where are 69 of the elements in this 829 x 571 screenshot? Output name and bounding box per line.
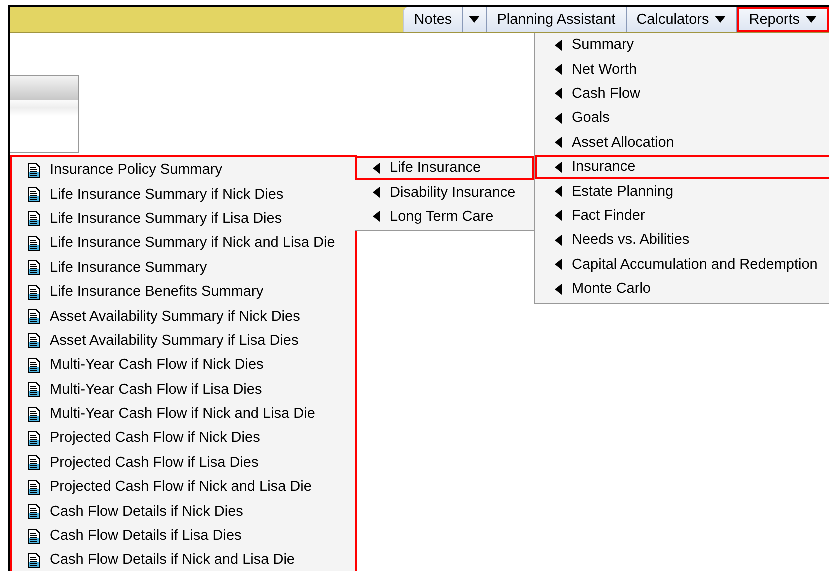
document-icon [28, 455, 40, 470]
menu-item[interactable]: Life Insurance Benefits Summary [12, 280, 355, 304]
document-icon [28, 284, 40, 300]
triangle-left-icon [555, 186, 562, 198]
menu-item[interactable]: Asset Allocation [535, 130, 829, 155]
document-icon [28, 504, 40, 520]
triangle-left-icon [555, 210, 562, 222]
menu-item[interactable]: Projected Cash Flow if Lisa Dies [12, 450, 355, 476]
document-icon [28, 309, 40, 324]
triangle-left-icon [555, 234, 562, 246]
document-icon [28, 211, 40, 226]
caret-icon [469, 16, 480, 23]
triangle-left-icon [555, 64, 562, 76]
menu-item[interactable]: Monte Carlo [535, 276, 829, 302]
document-icon [28, 480, 40, 495]
menu-item[interactable]: Disability Insurance [355, 180, 534, 205]
toolbar-button[interactable]: Reports [737, 7, 829, 32]
menu-item[interactable]: Projected Cash Flow if Nick Dies [12, 426, 355, 451]
document-icon [28, 406, 40, 422]
menu-item[interactable]: Capital Accumulation and Redemption [535, 252, 829, 277]
menu-item[interactable]: Summary [535, 33, 829, 58]
menu-item[interactable]: Multi-Year Cash Flow if Lisa Dies [12, 378, 355, 402]
menu-item[interactable]: Asset Availability Summary if Nick Dies [12, 304, 355, 329]
document-icon [28, 333, 40, 348]
menu-item[interactable]: Multi-Year Cash Flow if Nick and Lisa Die [12, 402, 355, 426]
triangle-left-icon [555, 284, 562, 295]
toolbar-button[interactable]: Planning Assistant [487, 7, 627, 32]
menu-item[interactable]: Cash Flow Details if Nick Dies [12, 499, 355, 524]
triangle-left-icon [373, 187, 380, 198]
menu-item[interactable]: Life Insurance [355, 156, 534, 180]
toolbar-button[interactable]: Calculators [626, 7, 738, 32]
document-icon [28, 382, 40, 398]
triangle-left-icon [555, 162, 562, 173]
document-icon [28, 260, 40, 276]
menu-item[interactable]: Cash Flow Details if Nick and Lisa Die [12, 548, 355, 571]
menu-item[interactable]: Estate Planning [535, 179, 829, 204]
menu-item[interactable]: Life Insurance Summary if Nick Dies [12, 182, 355, 207]
document-icon [28, 552, 40, 568]
menu-item[interactable]: Projected Cash Flow if Nick and Lisa Die [12, 475, 355, 500]
menu-item[interactable]: Asset Availability Summary if Lisa Dies [12, 328, 355, 354]
menu-item[interactable]: Insurance [535, 154, 829, 180]
triangle-left-icon [373, 211, 380, 222]
triangle-left-icon [555, 88, 562, 100]
menu-item[interactable]: Life Insurance Summary [12, 256, 355, 280]
document-icon [28, 430, 40, 446]
triangle-left-icon [555, 137, 562, 148]
menu-item[interactable]: Multi-Year Cash Flow if Nick Dies [12, 353, 355, 378]
menu-item[interactable]: Fact Finder [535, 204, 829, 228]
triangle-left-icon [555, 40, 562, 51]
caret-icon [806, 16, 817, 23]
menu-item[interactable]: Cash Flow [535, 82, 829, 106]
menu-item[interactable]: Life Insurance Summary if Nick and Lisa Die [12, 231, 355, 256]
triangle-left-icon [373, 162, 380, 174]
triangle-left-icon [555, 259, 562, 270]
document-icon [28, 236, 40, 251]
menu-item[interactable]: Long Term Care [355, 204, 534, 230]
menu-item[interactable]: Cash Flow Details if Lisa Dies [12, 524, 355, 548]
caret-icon [715, 16, 726, 23]
document-icon [28, 162, 40, 178]
triangle-left-icon [555, 112, 562, 124]
menu-item[interactable]: Goals [535, 106, 829, 131]
document-icon [28, 187, 40, 202]
document-icon [28, 358, 40, 373]
menu-item[interactable]: Net Worth [535, 57, 829, 82]
toolbar-button[interactable]: Notes [404, 7, 464, 32]
document-icon [28, 528, 40, 544]
menu-item[interactable]: Insurance Policy Summary [12, 158, 355, 182]
menu-item[interactable]: Needs vs. Abilities [535, 228, 829, 253]
menu-item[interactable]: Life Insurance Summary if Lisa Dies [12, 206, 355, 232]
